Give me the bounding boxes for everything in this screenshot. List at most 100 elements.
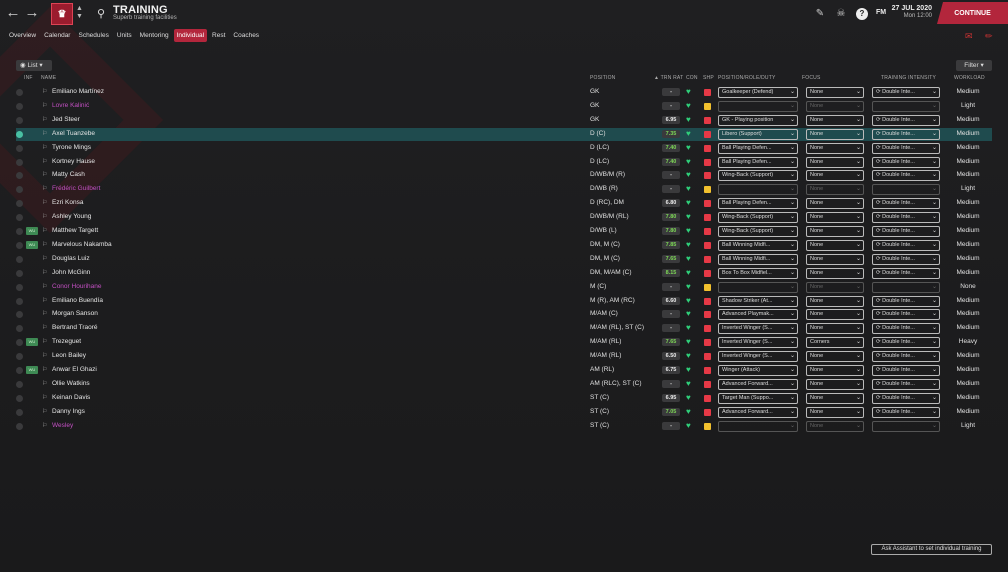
focus-dropdown[interactable]: None ⌄: [806, 226, 864, 237]
role-dropdown[interactable]: Inverted Winger (S... ⌄: [718, 323, 798, 335]
table-row[interactable]: WU ⚐ Anwar El Ghazi AM (RL) 6.75 ♥ Winger (Att…: [16, 364, 992, 377]
table-row[interactable]: ⚐ Ezri Konsa D (RC), DM 6.80 ♥ Ball Playing D…: [16, 197, 992, 210]
edit-icon[interactable]: ✎: [814, 8, 826, 20]
intensity-dropdown[interactable]: ⟳ Double Inte... ⌄: [872, 351, 940, 363]
row-select-checkbox[interactable]: [16, 394, 23, 402]
table-row[interactable]: WU ⚐ Matthew Targett D/WB (L) 7.80 ♥ Wing-Back…: [16, 225, 992, 238]
role-dropdown[interactable]: Box To Box Midfiel... ⌄: [718, 267, 798, 279]
focus-dropdown[interactable]: Corners ⌄: [806, 337, 864, 349]
focus-dropdown[interactable]: None ⌄: [806, 114, 864, 126]
intensity-dropdown[interactable]: ⟳ Double Inte... ⌄: [872, 378, 940, 390]
intensity-dropdown[interactable]: ⌄: [872, 184, 940, 196]
column-position[interactable]: POSITION: [590, 75, 616, 81]
focus-dropdown[interactable]: None ⌄: [806, 295, 864, 307]
focus-dropdown[interactable]: None ⌄: [806, 142, 864, 154]
intensity-dropdown[interactable]: ⟳ Double Inte... ⌄: [872, 392, 940, 404]
player-icon[interactable]: ⚐: [42, 352, 47, 359]
table-row[interactable]: ⚐ Wesley ST (C) - ♥ ⌄ None ⌄ ⌄ Light: [16, 420, 992, 433]
skull-icon[interactable]: ☠: [835, 8, 847, 20]
role-dropdown[interactable]: Winger (Attack) ⌄: [718, 365, 798, 376]
tab-mentoring[interactable]: Mentoring: [137, 29, 172, 42]
intensity-dropdown[interactable]: ⟳ Double Inte... ⌄: [872, 337, 940, 349]
player-name[interactable]: Jed Steer: [52, 116, 80, 123]
focus-dropdown[interactable]: None ⌄: [806, 365, 864, 376]
role-dropdown[interactable]: Libero (Support) ⌄: [718, 128, 798, 140]
role-dropdown[interactable]: Wing-Back (Support) ⌄: [718, 226, 798, 237]
role-dropdown[interactable]: Wing-Back (Support) ⌄: [718, 170, 798, 182]
row-select-checkbox[interactable]: [16, 255, 23, 263]
player-name[interactable]: Conor Hourihane: [52, 283, 102, 290]
column-intensity[interactable]: TRAINING INTENSITY: [881, 75, 936, 81]
role-dropdown[interactable]: Ball Playing Defen... ⌄: [718, 156, 798, 168]
player-name[interactable]: Danny Ings: [52, 408, 85, 415]
pen-icon[interactable]: ✏: [985, 31, 993, 42]
row-select-checkbox[interactable]: [16, 367, 23, 374]
player-name[interactable]: Kortney Hause: [52, 158, 95, 165]
table-row[interactable]: ⚐ Ollie Watkins AM (RLC), ST (C) - ♥ Advanced…: [16, 378, 992, 391]
tab-calendar[interactable]: Calendar: [41, 29, 73, 42]
player-icon[interactable]: ⚐: [42, 310, 47, 317]
table-row[interactable]: ⚐ Conor Hourihane M (C) - ♥ ⌄ None ⌄ ⌄ None: [16, 281, 992, 294]
row-select-checkbox[interactable]: [16, 228, 23, 235]
player-name[interactable]: Ezri Konsa: [52, 199, 83, 206]
player-icon[interactable]: ⚐: [42, 380, 47, 387]
table-row[interactable]: ⚐ Kortney Hause D (LC) 7.40 ♥ Ball Playing De…: [16, 156, 992, 169]
player-icon[interactable]: ⚐: [42, 144, 47, 151]
focus-dropdown[interactable]: None ⌄: [806, 406, 864, 418]
focus-dropdown[interactable]: None ⌄: [806, 281, 864, 293]
player-icon[interactable]: ⚐: [42, 158, 47, 165]
player-name[interactable]: John McGinn: [52, 269, 90, 276]
focus-dropdown[interactable]: None ⌄: [806, 198, 864, 210]
table-row[interactable]: ⚐ John McGinn DM, M/AM (C) 8.15 ♥ Box To Box …: [16, 267, 992, 280]
column-con[interactable]: CON: [686, 75, 698, 81]
continue-button[interactable]: CONTINUE: [937, 2, 1008, 24]
intensity-dropdown[interactable]: ⌄: [872, 100, 940, 112]
row-select-checkbox[interactable]: [16, 89, 23, 96]
table-row[interactable]: ⚐ Frédéric Guilbert D/WB (R) - ♥ ⌄ None ⌄ ⌄ Light: [16, 183, 992, 196]
row-select-checkbox[interactable]: [16, 269, 23, 277]
table-row[interactable]: ⚐ Keinan Davis ST (C) 6.95 ♥ Target Man (Supp…: [16, 392, 992, 405]
player-icon[interactable]: ⚐: [42, 102, 47, 109]
table-row[interactable]: ⚐ Bertrand Traoré M/AM (RL), ST (C) - ♥ Inver…: [16, 322, 992, 335]
player-icon[interactable]: ⚐: [42, 213, 47, 220]
intensity-dropdown[interactable]: ⟳ Double Inte... ⌄: [872, 323, 940, 335]
player-icon[interactable]: ⚐: [42, 241, 47, 248]
player-icon[interactable]: ⚐: [42, 185, 47, 192]
player-icon[interactable]: ⚐: [42, 116, 47, 123]
focus-dropdown[interactable]: None ⌄: [806, 156, 864, 168]
row-select-checkbox[interactable]: [16, 283, 23, 291]
role-dropdown[interactable]: Inverted Winger (S... ⌄: [718, 351, 798, 363]
table-row[interactable]: ⚐ Danny Ings ST (C) 7.05 ♥ Advanced Forward..…: [16, 406, 992, 419]
row-select-checkbox[interactable]: [16, 214, 23, 222]
player-name[interactable]: Anwar El Ghazi: [52, 366, 97, 373]
focus-dropdown[interactable]: None ⌄: [806, 420, 864, 432]
player-name[interactable]: Douglas Luiz: [52, 255, 90, 262]
player-icon[interactable]: ⚐: [42, 88, 47, 95]
row-select-checkbox[interactable]: [16, 325, 23, 333]
arrow-right-icon[interactable]: →: [24, 5, 40, 21]
tab-coaches[interactable]: Coaches: [230, 29, 262, 42]
player-name[interactable]: Keinan Davis: [52, 394, 90, 401]
table-row[interactable]: ⚐ Ashley Young D/WB/M (RL) 7.80 ♥ Wing-Back (…: [16, 211, 992, 224]
intensity-dropdown[interactable]: ⟳ Double Inte... ⌄: [872, 128, 940, 140]
player-icon[interactable]: ⚐: [42, 227, 47, 234]
table-row[interactable]: ⚐ Axel Tuanzebe D (C) 7.35 ♥ Libero (Support)…: [16, 127, 992, 141]
focus-dropdown[interactable]: None ⌄: [806, 378, 864, 390]
role-dropdown[interactable]: Wing-Back (Support) ⌄: [718, 212, 798, 224]
player-name[interactable]: Axel Tuanzebe: [52, 130, 95, 137]
table-row[interactable]: ⚐ Matty Cash D/WB/M (R) - ♥ Wing-Back (Suppor…: [16, 169, 992, 182]
column-name[interactable]: NAME: [41, 75, 56, 81]
list-view-button[interactable]: ◉ List ▾: [16, 60, 52, 71]
role-dropdown[interactable]: Inverted Winger (S... ⌄: [718, 337, 798, 349]
role-dropdown[interactable]: Shadow Striker (At... ⌄: [718, 295, 798, 307]
row-select-checkbox[interactable]: [16, 353, 23, 361]
player-name[interactable]: Wesley: [52, 422, 73, 429]
player-icon[interactable]: ⚐: [42, 408, 47, 415]
player-name[interactable]: Matty Cash: [52, 171, 85, 178]
focus-dropdown[interactable]: None ⌄: [806, 351, 864, 363]
role-dropdown[interactable]: Ball Winning Midfi... ⌄: [718, 239, 798, 251]
intensity-dropdown[interactable]: ⟳ Double Inte... ⌄: [872, 226, 940, 237]
help-icon[interactable]: ?: [856, 8, 868, 20]
column-focus[interactable]: FOCUS: [802, 75, 821, 81]
player-name[interactable]: Ashley Young: [52, 213, 91, 220]
